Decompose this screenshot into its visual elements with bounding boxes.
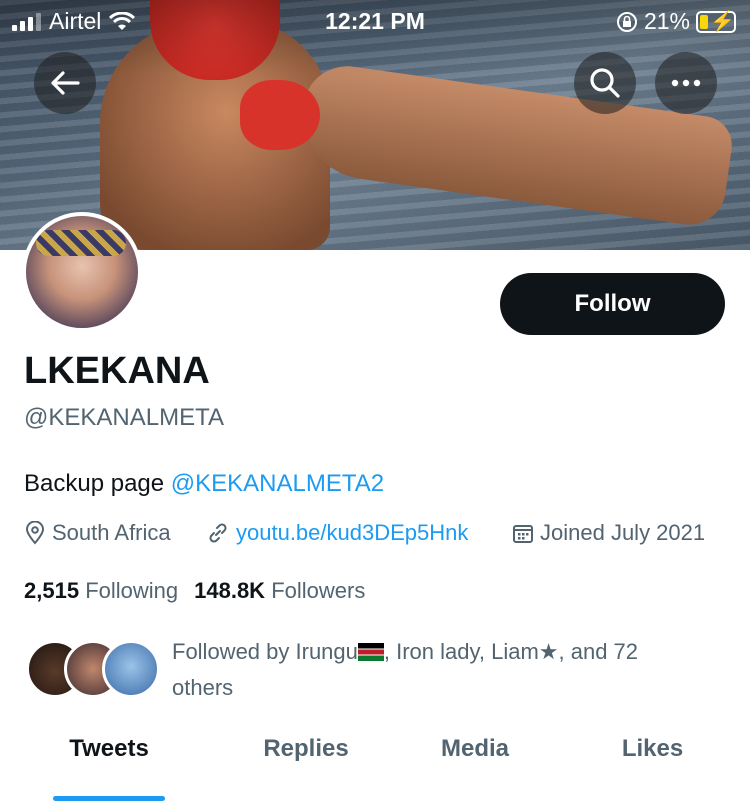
profile-name: LKEKANA	[24, 350, 210, 392]
tab-tweets[interactable]: Tweets	[24, 735, 194, 763]
profile-stats: 2,515 Following 148.8K Followers	[24, 578, 365, 604]
profile-handle: @KEKANALMETA	[24, 404, 224, 431]
follow-button[interactable]: Follow	[500, 273, 725, 335]
tab-replies[interactable]: Replies	[220, 735, 392, 763]
active-tab-indicator	[53, 796, 165, 801]
location-pin-icon	[25, 521, 45, 545]
profile-location: South Africa	[24, 520, 171, 546]
avatar	[102, 640, 160, 698]
more-icon	[671, 79, 701, 87]
search-button[interactable]	[574, 52, 636, 114]
tab-likes[interactable]: Likes	[575, 735, 730, 763]
profile-bio: Backup page @KEKANALMETA2	[24, 470, 384, 498]
tab-media[interactable]: Media	[400, 735, 550, 763]
followers-count: 148.8K	[194, 578, 266, 603]
calendar-icon	[513, 525, 533, 543]
website-link[interactable]: youtu.be/kud3DEp5Hnk	[236, 520, 468, 546]
orientation-lock-icon	[616, 11, 637, 32]
following-label: Following	[85, 578, 179, 603]
followed-by-text[interactable]: Followed by Irungu, Iron lady, Liam★, an…	[172, 634, 692, 706]
bio-mention-link[interactable]: @KEKANALMETA2	[171, 470, 384, 497]
battery-percent: 21%	[643, 8, 690, 34]
bio-text: Backup page	[24, 470, 171, 497]
arrow-left-icon	[51, 71, 80, 95]
followers-label: Followers	[271, 578, 366, 603]
profile-tabs: Tweets Replies Media Likes	[0, 735, 750, 802]
profile-website[interactable]: youtu.be/kud3DEp5Hnk	[206, 520, 468, 546]
followers-stat[interactable]: 148.8K Followers	[194, 578, 365, 603]
avatar-headband	[36, 230, 126, 256]
followed-by-prefix: Followed by Irungu	[172, 639, 358, 664]
back-button[interactable]	[34, 52, 96, 114]
following-count: 2,515	[24, 578, 80, 603]
link-icon	[209, 523, 227, 543]
status-bar: Airtel 12:21 PM 21% ⚡	[0, 0, 750, 40]
followed-by-avatars[interactable]	[26, 640, 160, 698]
battery-icon: ⚡	[696, 10, 736, 33]
following-stat[interactable]: 2,515 Following	[24, 578, 178, 603]
profile-avatar[interactable]	[22, 212, 142, 332]
kenya-flag-icon	[357, 643, 384, 661]
search-icon	[590, 68, 620, 98]
location-text: South Africa	[52, 520, 171, 545]
profile-joined: Joined July 2021	[512, 520, 705, 546]
joined-text: Joined July 2021	[540, 520, 706, 545]
more-button[interactable]	[655, 52, 717, 114]
